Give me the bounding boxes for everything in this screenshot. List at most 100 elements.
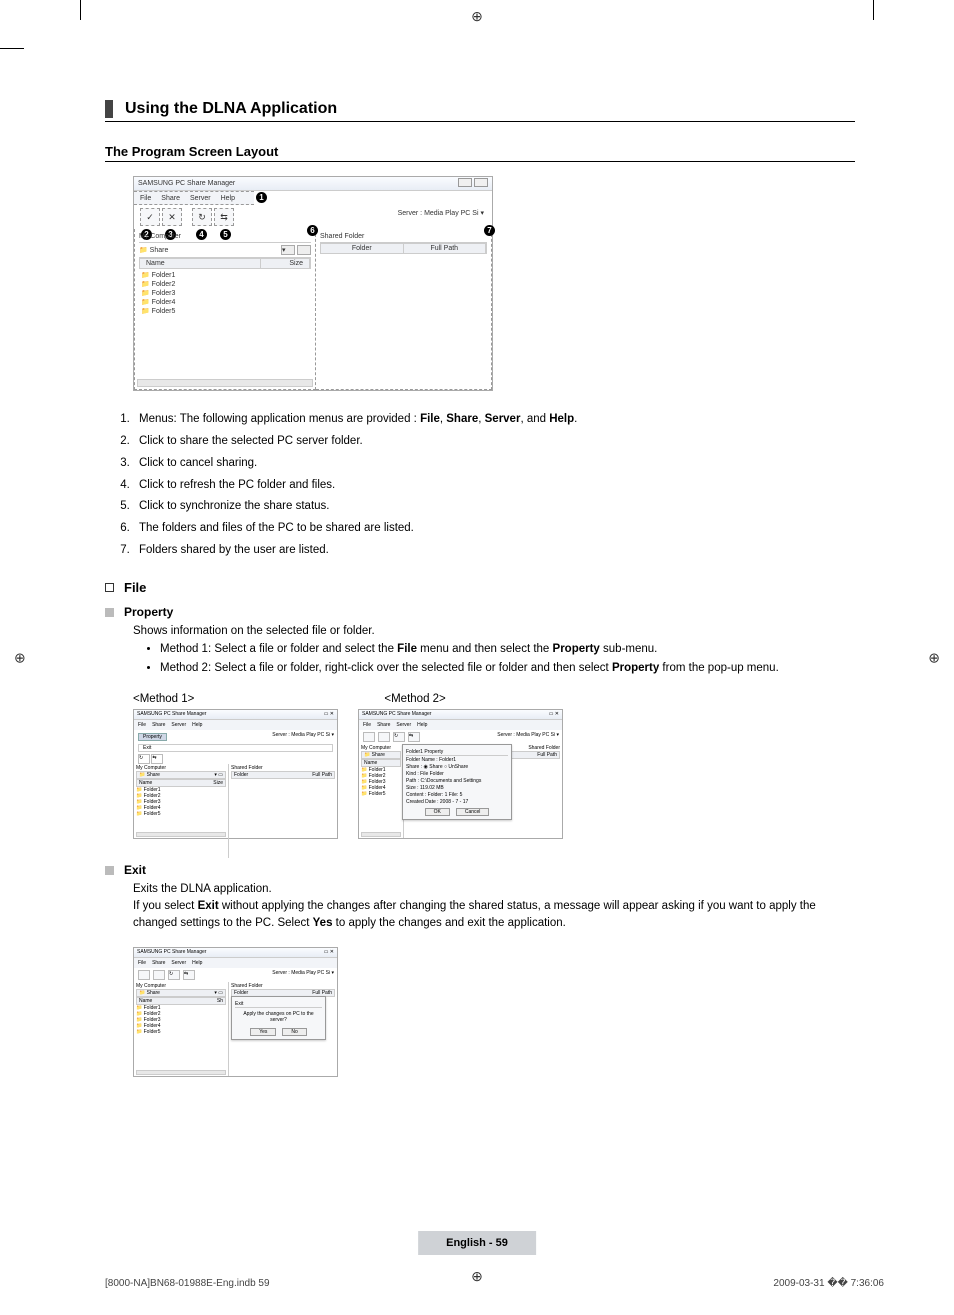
sync-button[interactable]: ⇆ xyxy=(408,732,420,742)
menu-bar: File Share Server Help xyxy=(134,958,337,968)
folder-item[interactable]: Folder4 xyxy=(141,298,309,307)
unshare-button[interactable]: ✕ xyxy=(162,208,182,226)
folder-button[interactable] xyxy=(297,245,311,255)
menu-help[interactable]: Help xyxy=(221,195,235,202)
indd-filename: [8000-NA]BN68-01988E-Eng.indb 59 xyxy=(105,1278,270,1289)
menu-bar: File Share Server Help xyxy=(359,720,562,730)
exit-heading-row: Exit xyxy=(105,863,855,877)
list-item: Method 1: Select a file or folder and se… xyxy=(160,640,855,658)
cancel-button[interactable]: Cancel xyxy=(456,808,490,816)
menu-bar: File Share Server Help xyxy=(134,191,254,205)
server-dropdown[interactable]: Media Play PC Si ▾ xyxy=(424,210,484,217)
property-methods: Method 1: Select a file or folder and se… xyxy=(160,640,855,677)
dialog-message: Apply the changes on PC to the server? xyxy=(235,1009,322,1025)
registration-mark-icon: ⊕ xyxy=(14,649,26,666)
window-controls: ▭ ✕ xyxy=(324,711,334,717)
window-controls: ▭ ✕ xyxy=(549,711,559,717)
ok-button[interactable]: OK xyxy=(425,808,450,816)
scrollbar[interactable] xyxy=(361,832,401,837)
refresh-button[interactable]: ↻ xyxy=(168,970,180,980)
list-item: Menus: The following application menus a… xyxy=(133,409,855,431)
dropdown-button[interactable]: ▾ xyxy=(281,245,295,255)
crop-mark xyxy=(0,48,24,49)
folder-item[interactable]: Folder3 xyxy=(141,289,309,298)
dialog-title: Exit xyxy=(235,1001,322,1008)
unshare-button[interactable] xyxy=(378,732,390,742)
shared-folder-pane: 7 Shared Folder Folder Full Path xyxy=(316,229,492,390)
folder-item[interactable]: Folder5 xyxy=(136,1029,226,1035)
registration-mark-icon: ⊕ xyxy=(471,8,483,25)
scrollbar[interactable] xyxy=(137,379,313,387)
share-button[interactable]: ✓ xyxy=(140,208,160,226)
folder-item[interactable]: Folder5 xyxy=(136,811,226,817)
file-menu-item[interactable]: Property xyxy=(138,733,167,741)
file-heading-row: File xyxy=(105,580,855,595)
exit-p1: Exits the DLNA application. xyxy=(133,881,855,898)
scrollbar[interactable] xyxy=(136,832,226,837)
toolbar: ↻ ⇆ Server : Media Play PC Si ▾ xyxy=(359,730,562,744)
share-button[interactable] xyxy=(363,732,375,742)
exit-screenshot: SAMSUNG PC Share Manager▭ ✕ File Share S… xyxy=(133,947,338,1077)
callout-list: Menus: The following application menus a… xyxy=(133,409,855,562)
section-heading: Using the DLNA Application xyxy=(105,100,855,122)
crop-mark xyxy=(873,0,874,20)
menu-bar: File Share Server Help xyxy=(134,720,337,730)
sync-button[interactable]: ⇆ xyxy=(214,208,234,226)
folder-item[interactable]: Folder5 xyxy=(141,307,309,316)
refresh-button[interactable]: ↻ xyxy=(393,732,405,742)
list-item: The folders and files of the PC to be sh… xyxy=(133,518,855,540)
folder-item[interactable]: Folder5 xyxy=(361,791,401,797)
callout-badge-7: 7 xyxy=(484,225,495,236)
exit-dialog: Exit Apply the changes on PC to the serv… xyxy=(231,996,326,1040)
list-item: Click to cancel sharing. xyxy=(133,453,855,475)
page-number-chip: English - 59 xyxy=(418,1231,536,1255)
dialog-title: Folder1 Property xyxy=(406,749,508,756)
no-button[interactable]: No xyxy=(282,1028,306,1036)
unshare-button[interactable] xyxy=(153,970,165,980)
folder-item[interactable]: Folder1 xyxy=(141,271,309,280)
subsection-title: The Program Screen Layout xyxy=(105,144,855,162)
print-timestamp: 2009-03-31 �� 7:36:06 xyxy=(773,1278,884,1289)
menu-share[interactable]: Share xyxy=(161,195,180,202)
grey-square-bullet-icon xyxy=(105,608,114,617)
file-heading: File xyxy=(124,580,146,595)
scrollbar[interactable] xyxy=(136,1070,226,1075)
sync-button[interactable]: ⇆ xyxy=(183,970,195,980)
my-computer-pane: 6 My Computer 📁 Share ▾ Name Size Folder… xyxy=(134,229,316,390)
section-title: Using the DLNA Application xyxy=(125,100,337,118)
list-item: Click to share the selected PC server fo… xyxy=(133,431,855,453)
folder-tree: Folder1 Folder2 Folder3 Folder4 Folder5 xyxy=(139,269,311,318)
registration-mark-icon: ⊕ xyxy=(928,649,940,666)
property-heading: Property xyxy=(124,605,173,619)
list-item: Click to synchronize the share status. xyxy=(133,496,855,518)
list-item: Click to refresh the PC folder and files… xyxy=(133,475,855,497)
menu-server[interactable]: Server xyxy=(190,195,211,202)
method1-label: <Method 1> xyxy=(133,693,194,705)
app-screenshot-main: SAMSUNG PC Share Manager File Share Serv… xyxy=(133,176,493,391)
method1-screenshot: SAMSUNG PC Share Manager▭ ✕ File Share S… xyxy=(133,709,338,839)
property-description: Shows information on the selected file o… xyxy=(133,623,855,640)
share-button[interactable] xyxy=(138,970,150,980)
window-title: SAMSUNG PC Share Manager xyxy=(138,180,235,187)
refresh-button[interactable]: ↻ xyxy=(192,208,212,226)
exit-p2: If you select Exit without applying the … xyxy=(133,898,855,933)
crop-mark xyxy=(80,0,81,20)
share-row-label: Share xyxy=(150,247,169,254)
exit-heading: Exit xyxy=(124,863,146,877)
window-controls xyxy=(456,178,488,189)
square-bullet-icon xyxy=(105,583,114,592)
callout-badge-1: 1 xyxy=(256,192,267,203)
left-pane-header: My Computer xyxy=(139,233,181,240)
yes-button[interactable]: Yes xyxy=(250,1028,276,1036)
folder-item[interactable]: Folder2 xyxy=(141,280,309,289)
file-menu-item[interactable]: Exit xyxy=(138,744,333,752)
toolbar: ↻ ⇆ Server : Media Play PC Si ▾ xyxy=(134,968,337,982)
print-footer: [8000-NA]BN68-01988E-Eng.indb 59 2009-03… xyxy=(105,1278,884,1289)
menu-file[interactable]: File xyxy=(140,195,151,202)
list-item: Method 2: Select a file or folder, right… xyxy=(160,659,855,677)
right-column-headers: Folder Full Path xyxy=(320,243,487,254)
grey-square-bullet-icon xyxy=(105,866,114,875)
toolbar: Property Server : Media Play PC Si ▾ xyxy=(134,730,337,744)
window-controls: ▭ ✕ xyxy=(324,949,334,955)
property-heading-row: Property xyxy=(105,605,855,619)
